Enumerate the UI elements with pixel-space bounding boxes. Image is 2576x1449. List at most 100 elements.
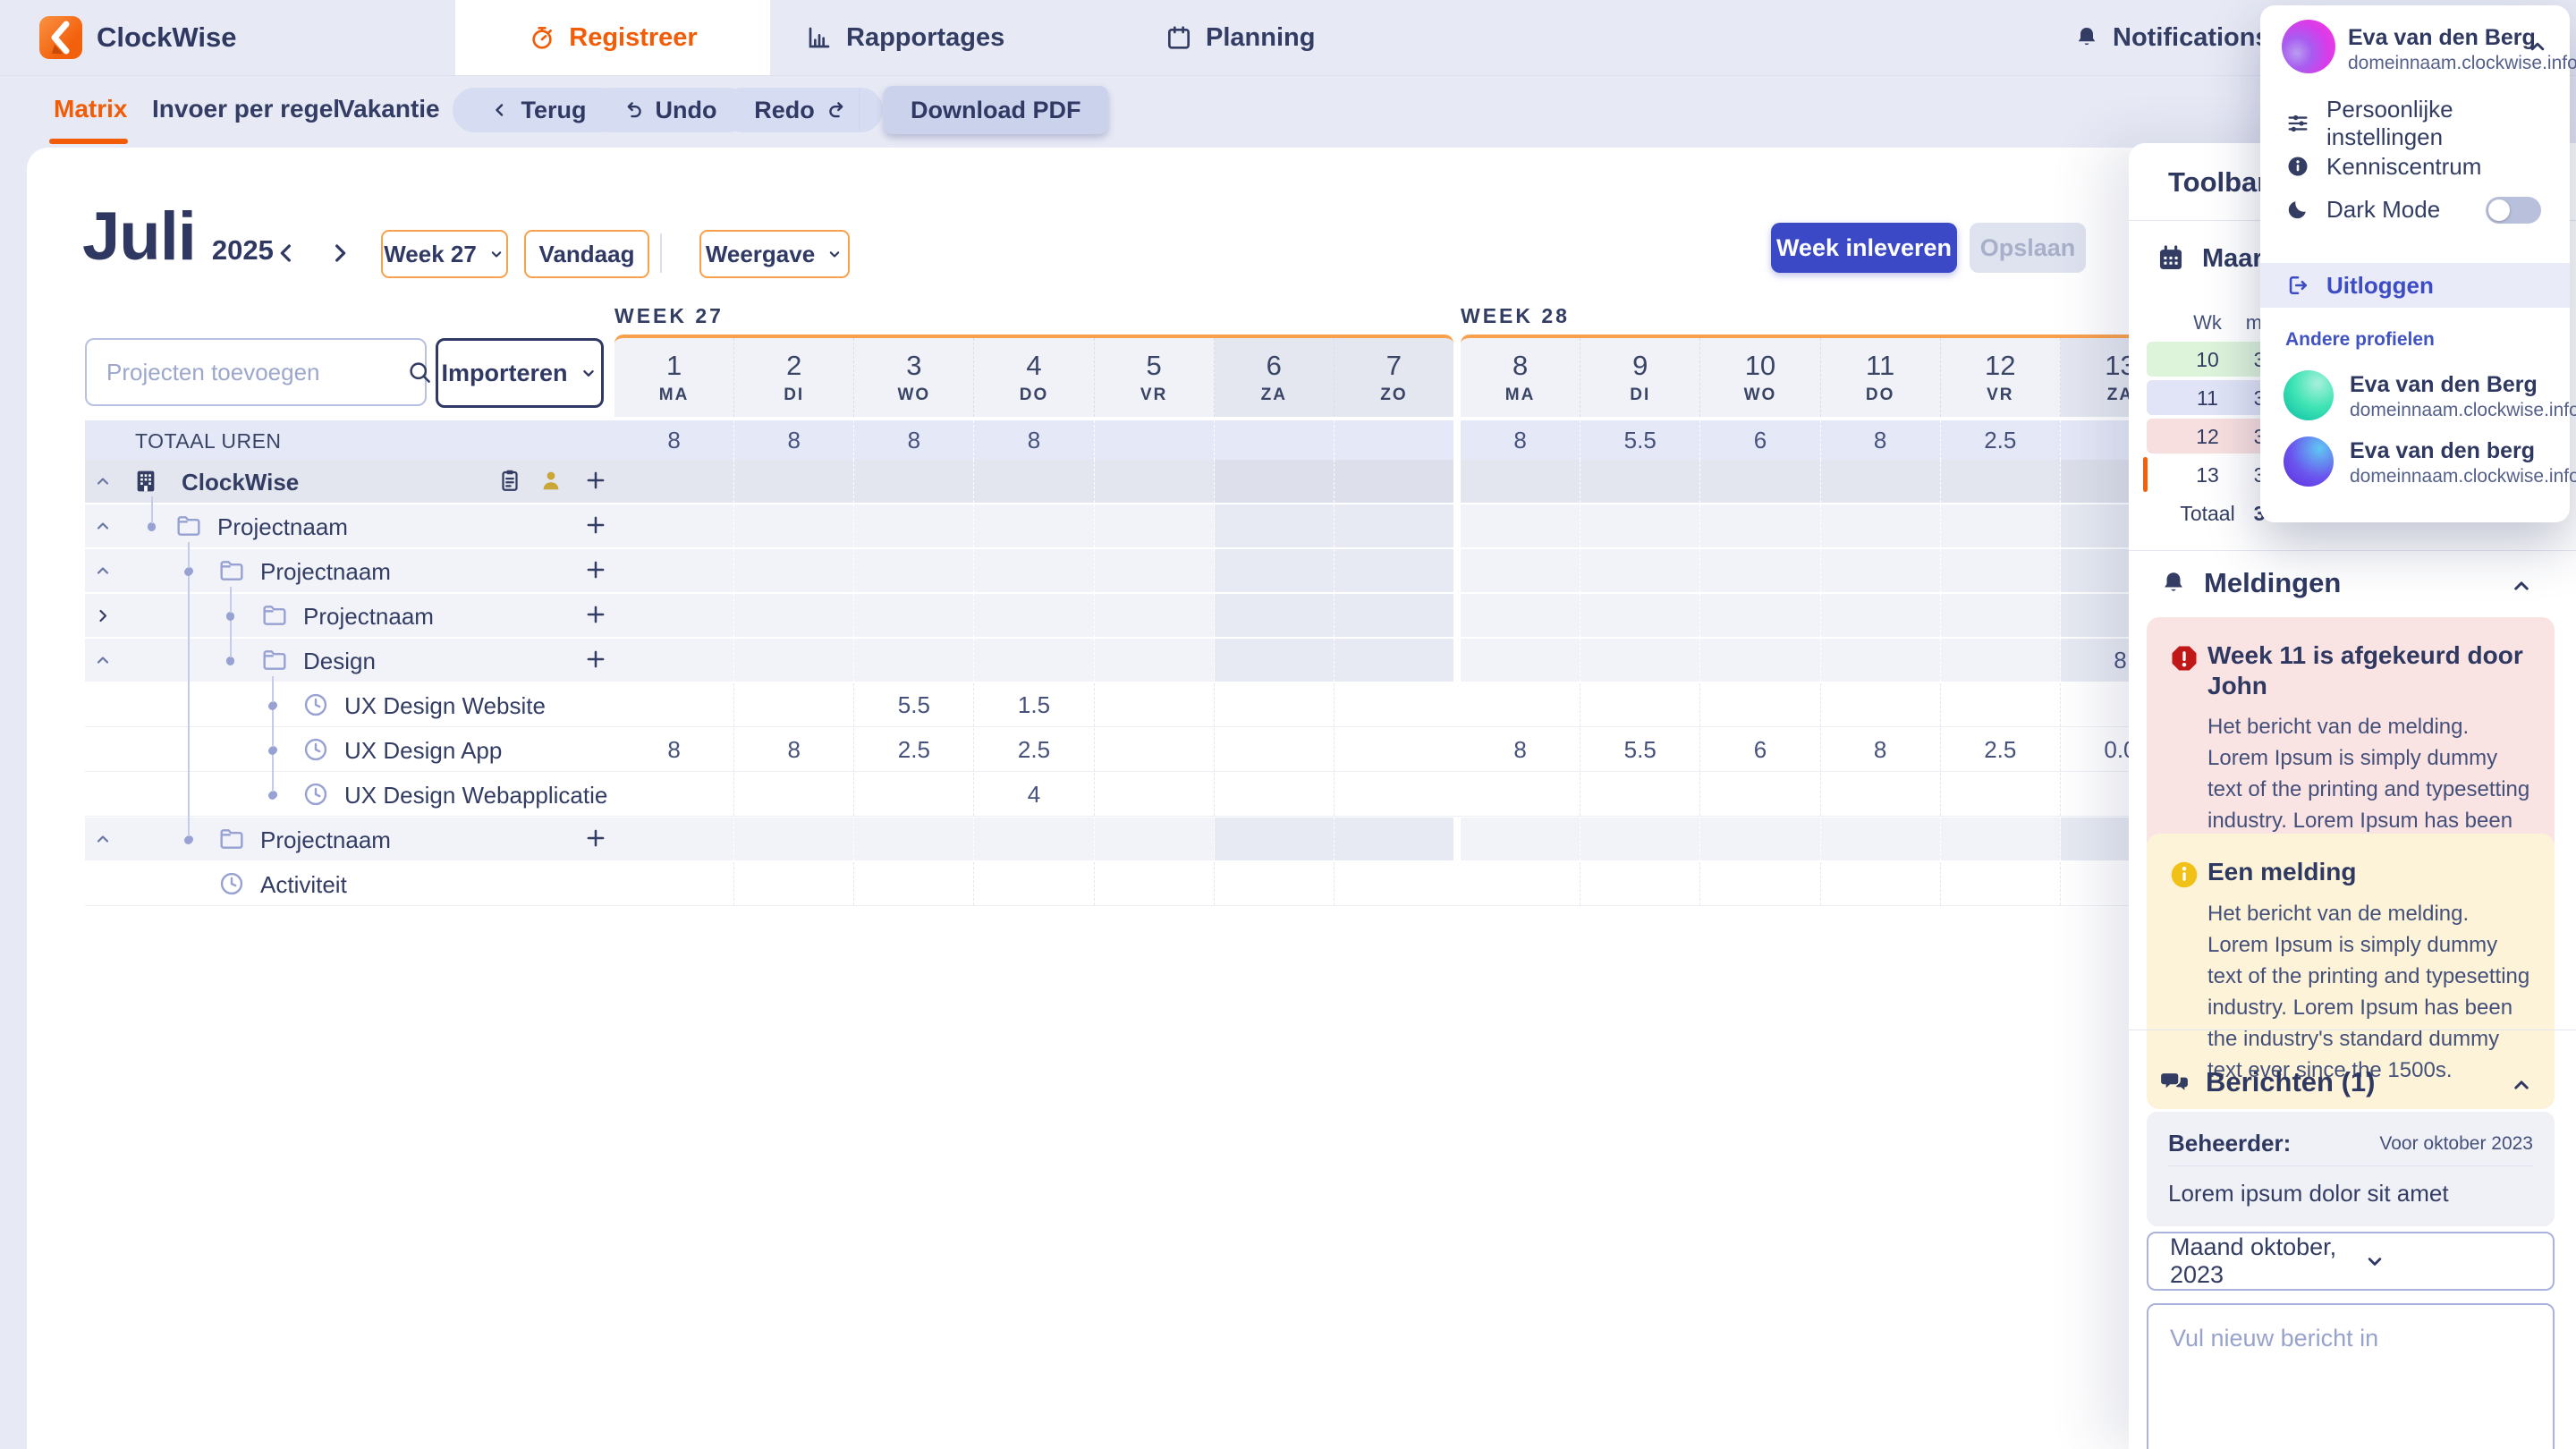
hour-cell[interactable] xyxy=(1700,862,1820,905)
hour-cell[interactable] xyxy=(1461,683,1580,726)
hour-cell[interactable] xyxy=(734,818,854,860)
download-pdf-button[interactable]: Download PDF xyxy=(884,86,1108,134)
notifications-button[interactable]: Notifications xyxy=(2073,0,2270,75)
hour-cell[interactable]: 2.5 xyxy=(974,728,1094,771)
hour-cell[interactable] xyxy=(1335,862,1453,905)
hour-cell[interactable] xyxy=(1215,683,1335,726)
hour-cell[interactable] xyxy=(1700,818,1820,860)
hour-cell[interactable] xyxy=(1215,862,1335,905)
tab-rapportages[interactable]: Rapportages xyxy=(778,0,1031,75)
view-tab-matrix[interactable]: Matrix xyxy=(54,76,127,142)
menu-item-kenniscentrum[interactable]: Kenniscentrum xyxy=(2260,145,2570,188)
hour-cell[interactable] xyxy=(1700,773,1820,816)
hour-cell[interactable] xyxy=(734,639,854,682)
hour-cell[interactable] xyxy=(1215,460,1335,503)
hour-cell[interactable] xyxy=(1215,639,1335,682)
month-select[interactable]: Maand oktober, 2023 xyxy=(2147,1232,2555,1291)
hour-cell[interactable]: 6 xyxy=(1700,728,1820,771)
hour-cell[interactable] xyxy=(854,549,974,592)
plus-button[interactable] xyxy=(582,601,611,630)
menu-item-persoonlijke-instellingen[interactable]: Persoonlijke instellingen xyxy=(2260,102,2570,145)
hour-cell[interactable] xyxy=(854,594,974,637)
hour-cell[interactable] xyxy=(1461,549,1580,592)
row-label[interactable]: Projectnaam xyxy=(85,549,614,592)
hour-cell[interactable] xyxy=(1700,504,1820,547)
hour-cell[interactable]: 5.5 xyxy=(1580,728,1700,771)
hour-cell[interactable] xyxy=(1821,639,1941,682)
hour-cell[interactable] xyxy=(1335,683,1453,726)
row-label[interactable]: Projectnaam xyxy=(85,818,614,860)
hour-cell[interactable] xyxy=(1580,594,1700,637)
hour-cell[interactable] xyxy=(1580,818,1700,860)
hour-cell[interactable] xyxy=(1461,504,1580,547)
hour-cell[interactable] xyxy=(1580,460,1700,503)
hour-cell[interactable] xyxy=(974,594,1094,637)
hour-cell[interactable] xyxy=(1215,728,1335,771)
hour-cell[interactable] xyxy=(1580,549,1700,592)
hour-cell[interactable] xyxy=(1821,504,1941,547)
hour-cell[interactable] xyxy=(614,683,734,726)
hour-cell[interactable] xyxy=(854,862,974,905)
hour-cell[interactable] xyxy=(1700,639,1820,682)
hour-cell[interactable] xyxy=(1580,773,1700,816)
hour-cell[interactable] xyxy=(734,460,854,503)
collapse-chevron-icon[interactable] xyxy=(92,470,114,492)
hour-cell[interactable] xyxy=(1095,728,1215,771)
today-button[interactable]: Vandaag xyxy=(524,230,649,278)
hour-cell[interactable] xyxy=(734,773,854,816)
collapse-chevron-icon[interactable] xyxy=(92,649,114,671)
hour-cell[interactable] xyxy=(1095,683,1215,726)
plus-button[interactable] xyxy=(582,467,611,496)
row-label[interactable]: Projectnaam xyxy=(85,594,614,637)
hour-cell[interactable] xyxy=(1821,683,1941,726)
week-select[interactable]: Week 27 xyxy=(381,230,508,278)
hour-cell[interactable] xyxy=(614,639,734,682)
hour-cell[interactable] xyxy=(1335,549,1453,592)
hour-cell[interactable]: 2.5 xyxy=(1941,728,2061,771)
hour-cell[interactable] xyxy=(974,504,1094,547)
hour-cell[interactable] xyxy=(854,460,974,503)
hour-cell[interactable] xyxy=(854,639,974,682)
row-label[interactable]: Activiteit xyxy=(85,862,614,905)
view-select[interactable]: Weergave xyxy=(699,230,850,278)
hour-cell[interactable] xyxy=(1700,594,1820,637)
hour-cell[interactable] xyxy=(1095,773,1215,816)
hour-cell[interactable] xyxy=(1095,504,1215,547)
hour-cell[interactable] xyxy=(1215,818,1335,860)
hour-cell[interactable] xyxy=(1461,773,1580,816)
row-label[interactable]: UX Design App xyxy=(85,728,614,771)
expand-chevron-icon[interactable] xyxy=(92,605,114,626)
hour-cell[interactable] xyxy=(1580,639,1700,682)
row-label[interactable]: Design xyxy=(85,639,614,682)
view-tab-vakantie[interactable]: Vakantie xyxy=(338,76,440,142)
hour-cell[interactable] xyxy=(1941,460,2061,503)
hour-cell[interactable] xyxy=(1700,549,1820,592)
collapse-chevron-icon[interactable] xyxy=(92,828,114,850)
clipboard-icon[interactable] xyxy=(496,467,525,496)
hour-cell[interactable] xyxy=(1335,639,1453,682)
person-icon[interactable] xyxy=(538,467,566,496)
hour-cell[interactable] xyxy=(1941,639,2061,682)
hour-cell[interactable] xyxy=(1580,683,1700,726)
hour-cell[interactable] xyxy=(1821,773,1941,816)
hour-cell[interactable] xyxy=(614,460,734,503)
hour-cell[interactable] xyxy=(1580,862,1700,905)
new-message-input[interactable] xyxy=(2148,1305,2553,1449)
hour-cell[interactable] xyxy=(974,818,1094,860)
hour-cell[interactable] xyxy=(734,549,854,592)
prev-week-button[interactable] xyxy=(267,233,306,273)
chevron-up-icon[interactable] xyxy=(2525,34,2550,59)
hour-cell[interactable] xyxy=(1215,773,1335,816)
hour-cell[interactable] xyxy=(734,594,854,637)
hour-cell[interactable] xyxy=(1095,639,1215,682)
hour-cell[interactable] xyxy=(1941,862,2061,905)
hour-cell[interactable] xyxy=(614,504,734,547)
hour-cell[interactable] xyxy=(1580,504,1700,547)
hour-cell[interactable] xyxy=(1941,818,2061,860)
hour-cell[interactable] xyxy=(734,862,854,905)
search-input[interactable] xyxy=(87,359,406,386)
hour-cell[interactable] xyxy=(1095,594,1215,637)
hour-cell[interactable] xyxy=(1095,460,1215,503)
meldingen-collapse-button[interactable] xyxy=(2508,572,2535,599)
profile-item[interactable]: Eva van den Bergdomeinnaam.clockwise.inf… xyxy=(2260,367,2570,428)
